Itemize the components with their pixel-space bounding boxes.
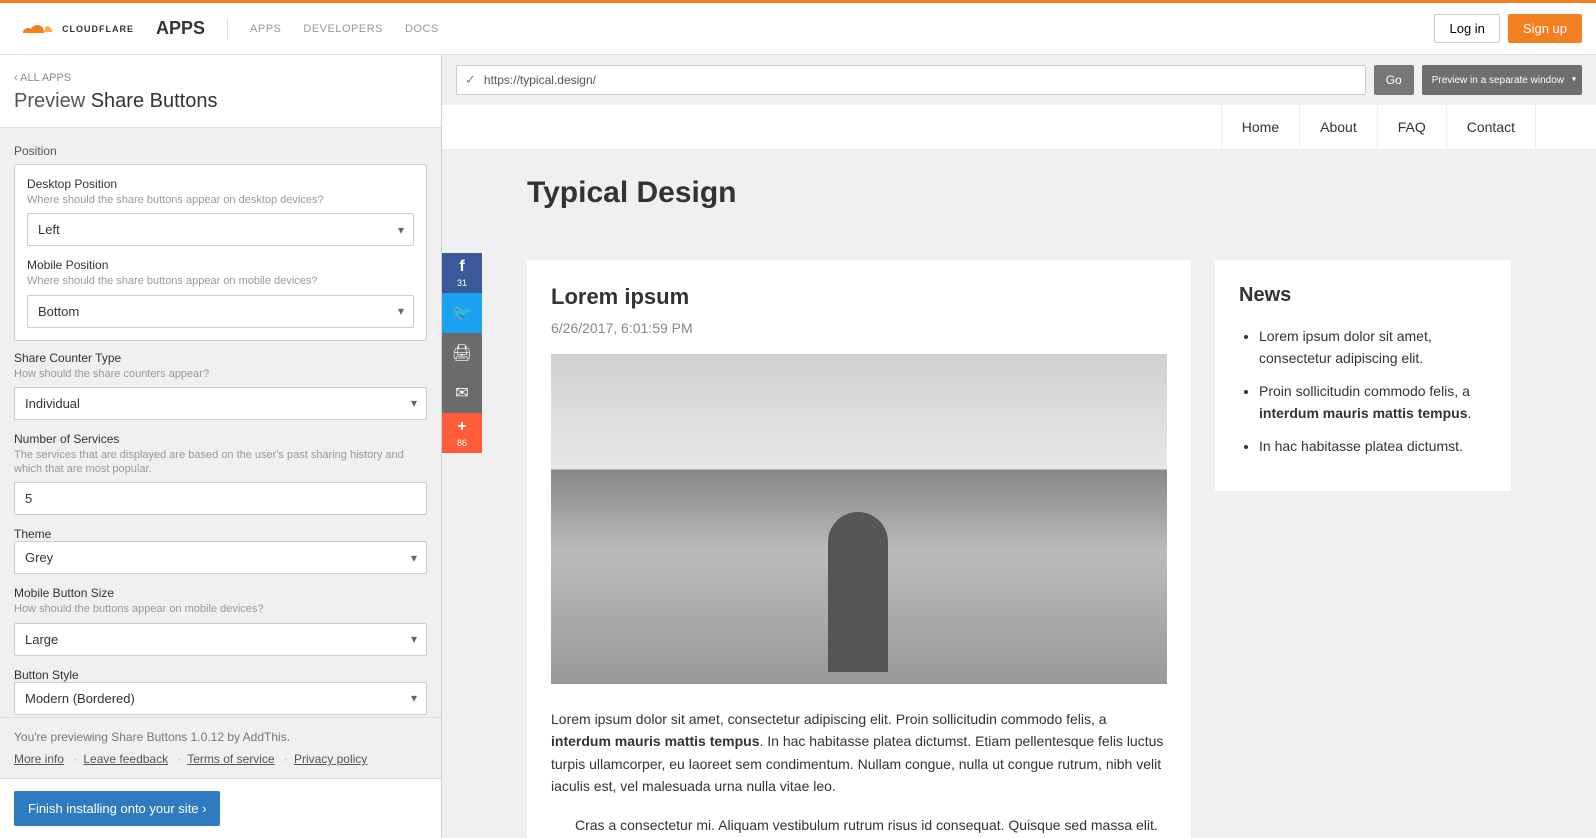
article-p2: Cras a consectetur mi. Aliquam vestibulu…: [551, 814, 1167, 838]
more-info-link[interactable]: More info: [14, 752, 64, 766]
news-item: In hac habitasse platea dictumst.: [1259, 435, 1487, 457]
button-style-label: Button Style: [14, 668, 427, 682]
topbar: CLOUDFLARE APPS APPS DEVELOPERS DOCS Log…: [0, 3, 1596, 55]
news-title: News: [1239, 284, 1487, 307]
sidebar-footer: You're previewing Share Buttons 1.0.12 b…: [0, 717, 441, 778]
desktop-position-select[interactable]: Left: [27, 213, 414, 246]
desktop-position-help: Where should the share buttons appear on…: [27, 193, 414, 207]
cloudflare-logo[interactable]: CLOUDFLARE: [14, 18, 134, 40]
back-all-apps[interactable]: ALL APPS: [14, 72, 71, 84]
counter-help: How should the share counters appear?: [14, 367, 427, 381]
site-title: Typical Design: [442, 150, 1596, 210]
site-frame: f 31 🐦 🖨 ✉ + 86 Home About FAQ Contact T…: [442, 105, 1596, 838]
services-help: The services that are displayed are base…: [14, 448, 427, 477]
mobile-size-select[interactable]: Large: [14, 623, 427, 656]
header-nav: APPS DEVELOPERS DOCS: [250, 23, 439, 35]
feedback-link[interactable]: Leave feedback: [83, 752, 168, 766]
app-name: Share Buttons: [91, 90, 218, 112]
site-nav: Home About FAQ Contact: [442, 105, 1596, 150]
login-button[interactable]: Log in: [1434, 14, 1499, 43]
apps-label[interactable]: APPS: [156, 18, 228, 39]
news-box: News Lorem ipsum dolor sit amet, consect…: [1215, 260, 1511, 491]
cloud-icon: [14, 18, 58, 40]
news-item: Proin sollicitudin commodo felis, a inte…: [1259, 380, 1487, 425]
mobile-size-help: How should the buttons appear on mobile …: [14, 602, 427, 616]
separate-window-button[interactable]: Preview in a separate window: [1422, 65, 1582, 95]
position-card: Desktop Position Where should the share …: [14, 164, 427, 341]
install-button[interactable]: Finish installing onto your site ›: [14, 791, 220, 826]
nav-home[interactable]: Home: [1221, 105, 1299, 149]
position-group-label: Position: [14, 144, 427, 158]
news-item: Lorem ipsum dolor sit amet, consectetur …: [1259, 325, 1487, 370]
url-input[interactable]: [484, 73, 1357, 87]
signup-button[interactable]: Sign up: [1508, 14, 1582, 43]
nav-about[interactable]: About: [1299, 105, 1377, 149]
url-bar[interactable]: ✓: [456, 65, 1366, 95]
theme-select[interactable]: Grey: [14, 541, 427, 574]
config-panel: Position Desktop Position Where should t…: [0, 127, 441, 717]
privacy-link[interactable]: Privacy policy: [294, 752, 367, 766]
theme-label: Theme: [14, 527, 427, 541]
sidebar: ALL APPS Preview Share Buttons Position …: [0, 55, 442, 838]
article-timestamp: 6/26/2017, 6:01:59 PM: [551, 320, 1167, 336]
desktop-position-label: Desktop Position: [27, 177, 414, 191]
preview-label: Preview: [14, 90, 85, 112]
counter-select[interactable]: Individual: [14, 387, 427, 420]
mobile-position-label: Mobile Position: [27, 258, 414, 272]
article-image: [551, 354, 1167, 684]
nav-developers[interactable]: DEVELOPERS: [303, 23, 383, 35]
preview-pane: ✓ Go Preview in a separate window f 31 🐦…: [442, 55, 1596, 838]
services-label: Number of Services: [14, 432, 427, 446]
previewing-text: You're previewing Share Buttons 1.0.12 b…: [14, 730, 427, 744]
mobile-position-select[interactable]: Bottom: [27, 295, 414, 328]
nav-faq[interactable]: FAQ: [1377, 105, 1446, 149]
article-p1: Lorem ipsum dolor sit amet, consectetur …: [551, 708, 1167, 798]
article: Lorem ipsum 6/26/2017, 6:01:59 PM Lorem …: [527, 260, 1191, 838]
services-input[interactable]: [14, 482, 427, 515]
mobile-size-label: Mobile Button Size: [14, 586, 427, 600]
preview-title: Preview Share Buttons: [14, 90, 427, 113]
mobile-position-help: Where should the share buttons appear on…: [27, 274, 414, 288]
nav-apps[interactable]: APPS: [250, 23, 281, 35]
article-title: Lorem ipsum: [551, 284, 1167, 310]
counter-label: Share Counter Type: [14, 351, 427, 365]
check-icon: ✓: [465, 72, 476, 88]
go-button[interactable]: Go: [1374, 65, 1414, 95]
button-style-select[interactable]: Modern (Bordered): [14, 682, 427, 715]
brand-text: CLOUDFLARE: [62, 24, 134, 34]
nav-contact[interactable]: Contact: [1446, 105, 1536, 149]
terms-link[interactable]: Terms of service: [187, 752, 274, 766]
nav-docs[interactable]: DOCS: [405, 23, 439, 35]
